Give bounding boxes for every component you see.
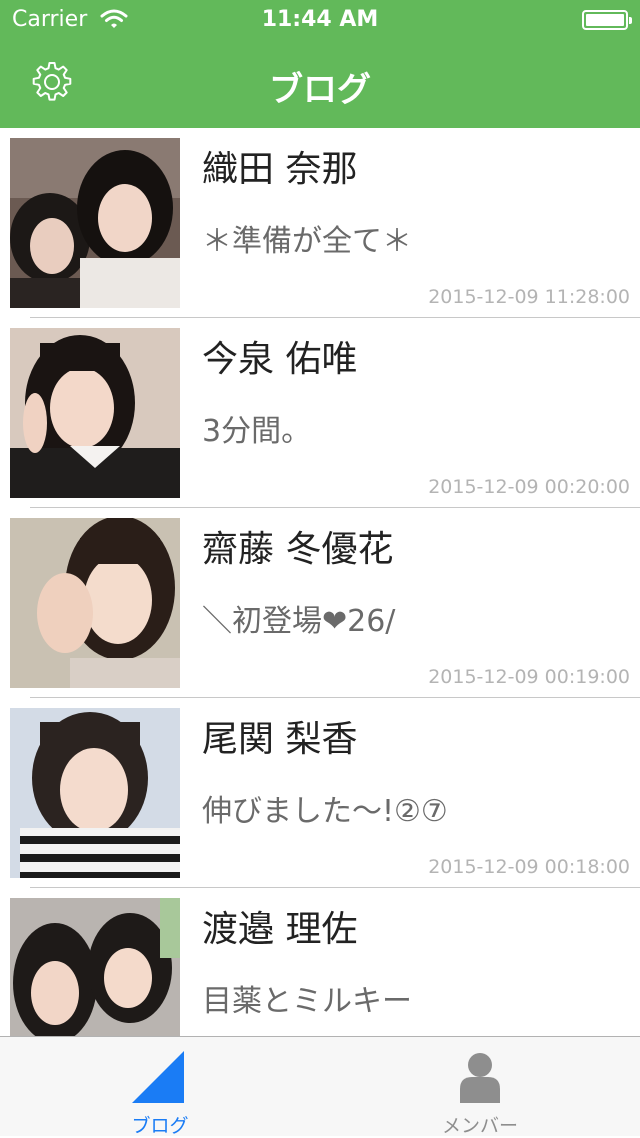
blog-triangle-icon bbox=[132, 1051, 184, 1103]
member-photo bbox=[10, 708, 180, 878]
tab-label: ブログ bbox=[131, 1115, 189, 1137]
member-photo bbox=[10, 898, 180, 1036]
member-photo bbox=[10, 328, 180, 498]
blog-list-item[interactable]: 尾関 梨香 伸びました～!②⑦ 2015-12-09 00:18:00 bbox=[0, 698, 640, 888]
member-photo bbox=[10, 138, 180, 308]
tab-bar: ブログ メンバー bbox=[0, 1036, 640, 1137]
blog-title: ＼初登場❤26/ bbox=[202, 604, 396, 639]
status-time: 11:44 AM bbox=[261, 7, 379, 32]
blog-title: 伸びました～!②⑦ bbox=[202, 794, 448, 829]
post-date: 2015-12-09 11:28:00 bbox=[428, 286, 630, 308]
blog-list: 織田 奈那 ＊準備が全て＊ 2015-12-09 11:28:00 今泉 佑唯 … bbox=[0, 128, 640, 1036]
status-bar: Carrier 11:44 AM bbox=[0, 0, 640, 40]
tab-members[interactable]: メンバー bbox=[320, 1037, 640, 1137]
blog-list-item[interactable]: 渡邉 理佐 目薬とミルキー bbox=[0, 888, 640, 1036]
member-name: 齋藤 冬優花 bbox=[202, 529, 394, 570]
navigation-bar: Carrier 11:44 AM ブログ bbox=[0, 0, 640, 128]
post-date: 2015-12-09 00:18:00 bbox=[428, 856, 630, 878]
member-name: 織田 奈那 bbox=[202, 149, 358, 190]
page-title: ブログ bbox=[269, 70, 371, 110]
blog-list-item[interactable]: 齋藤 冬優花 ＼初登場❤26/ 2015-12-09 00:19:00 bbox=[0, 508, 640, 698]
member-name: 渡邉 理佐 bbox=[202, 909, 358, 950]
tab-label: メンバー bbox=[441, 1115, 518, 1137]
post-date: 2015-12-09 00:19:00 bbox=[428, 666, 630, 688]
member-name: 今泉 佑唯 bbox=[202, 339, 358, 380]
member-name: 尾関 梨香 bbox=[202, 719, 358, 760]
post-date: 2015-12-09 00:20:00 bbox=[428, 476, 630, 498]
blog-title: 3分間。 bbox=[202, 414, 312, 449]
tab-blog[interactable]: ブログ bbox=[0, 1037, 320, 1137]
blog-list-item[interactable]: 今泉 佑唯 3分間。 2015-12-09 00:20:00 bbox=[0, 318, 640, 508]
battery-icon bbox=[582, 10, 632, 30]
member-photo bbox=[10, 518, 180, 688]
blog-title: ＊準備が全て＊ bbox=[202, 224, 412, 259]
blog-list-item[interactable]: 織田 奈那 ＊準備が全て＊ 2015-12-09 11:28:00 bbox=[0, 128, 640, 318]
person-icon bbox=[460, 1053, 500, 1103]
blog-title: 目薬とミルキー bbox=[202, 984, 412, 1019]
